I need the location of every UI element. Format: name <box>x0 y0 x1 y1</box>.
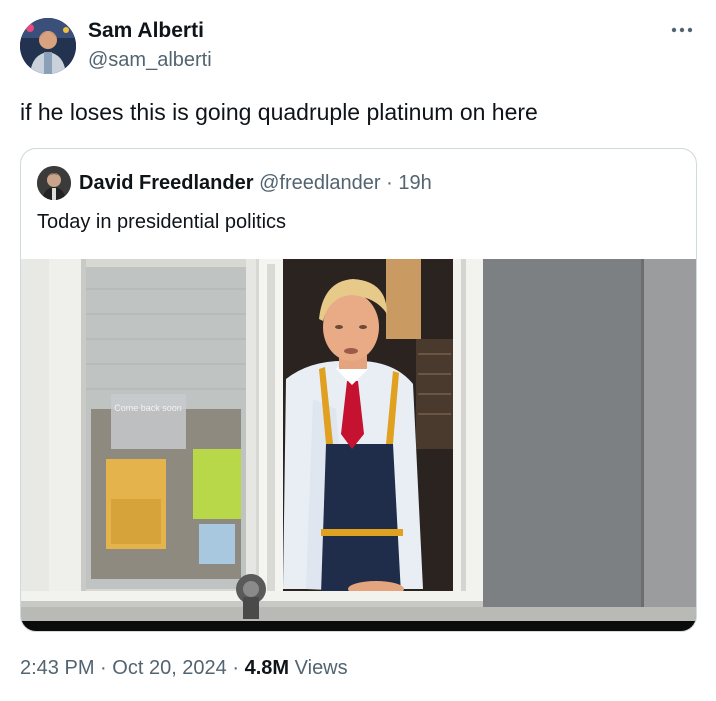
quote-author-name[interactable]: David Freedlander <box>79 172 254 194</box>
quote-text: Today in presidential politics <box>37 211 287 233</box>
quote-author-handle[interactable]: @freedlander <box>259 172 380 194</box>
tweet-time[interactable]: 2:43 PM <box>20 657 94 679</box>
author-name[interactable]: Sam Alberti <box>88 18 204 44</box>
avatar-image <box>20 18 76 74</box>
avatar[interactable] <box>20 18 76 74</box>
tweet-date[interactable]: Oct 20, 2024 <box>112 657 227 679</box>
more-button[interactable] <box>664 16 700 44</box>
meta-separator: · <box>100 657 107 679</box>
drive-thru-photo: Come back soon <box>21 259 696 631</box>
author-handle[interactable]: @sam_alberti <box>88 48 212 72</box>
tweet-meta: 2:43 PM · Oct 20, 2024 · 4.8M Views <box>20 655 348 681</box>
quoted-tweet-card[interactable]: David Freedlander @freedlander · 19h Tod… <box>20 148 697 632</box>
views-label: Views <box>294 657 348 679</box>
quote-header: David Freedlander @freedlander · 19h <box>79 170 432 196</box>
window-sign-text: Come back soon <box>114 403 182 413</box>
views-count: 4.8M <box>244 657 290 679</box>
quote-media-image[interactable]: Come back soon <box>21 259 696 631</box>
quote-separator: · <box>386 172 393 194</box>
quote-timestamp[interactable]: 19h <box>398 172 431 194</box>
meta-separator-2: · <box>232 657 240 679</box>
tweet-text: if he loses this is going quadruple plat… <box>20 99 538 125</box>
more-horizontal-icon <box>671 27 693 33</box>
quote-avatar[interactable] <box>37 166 71 200</box>
quote-avatar-image <box>37 166 71 200</box>
